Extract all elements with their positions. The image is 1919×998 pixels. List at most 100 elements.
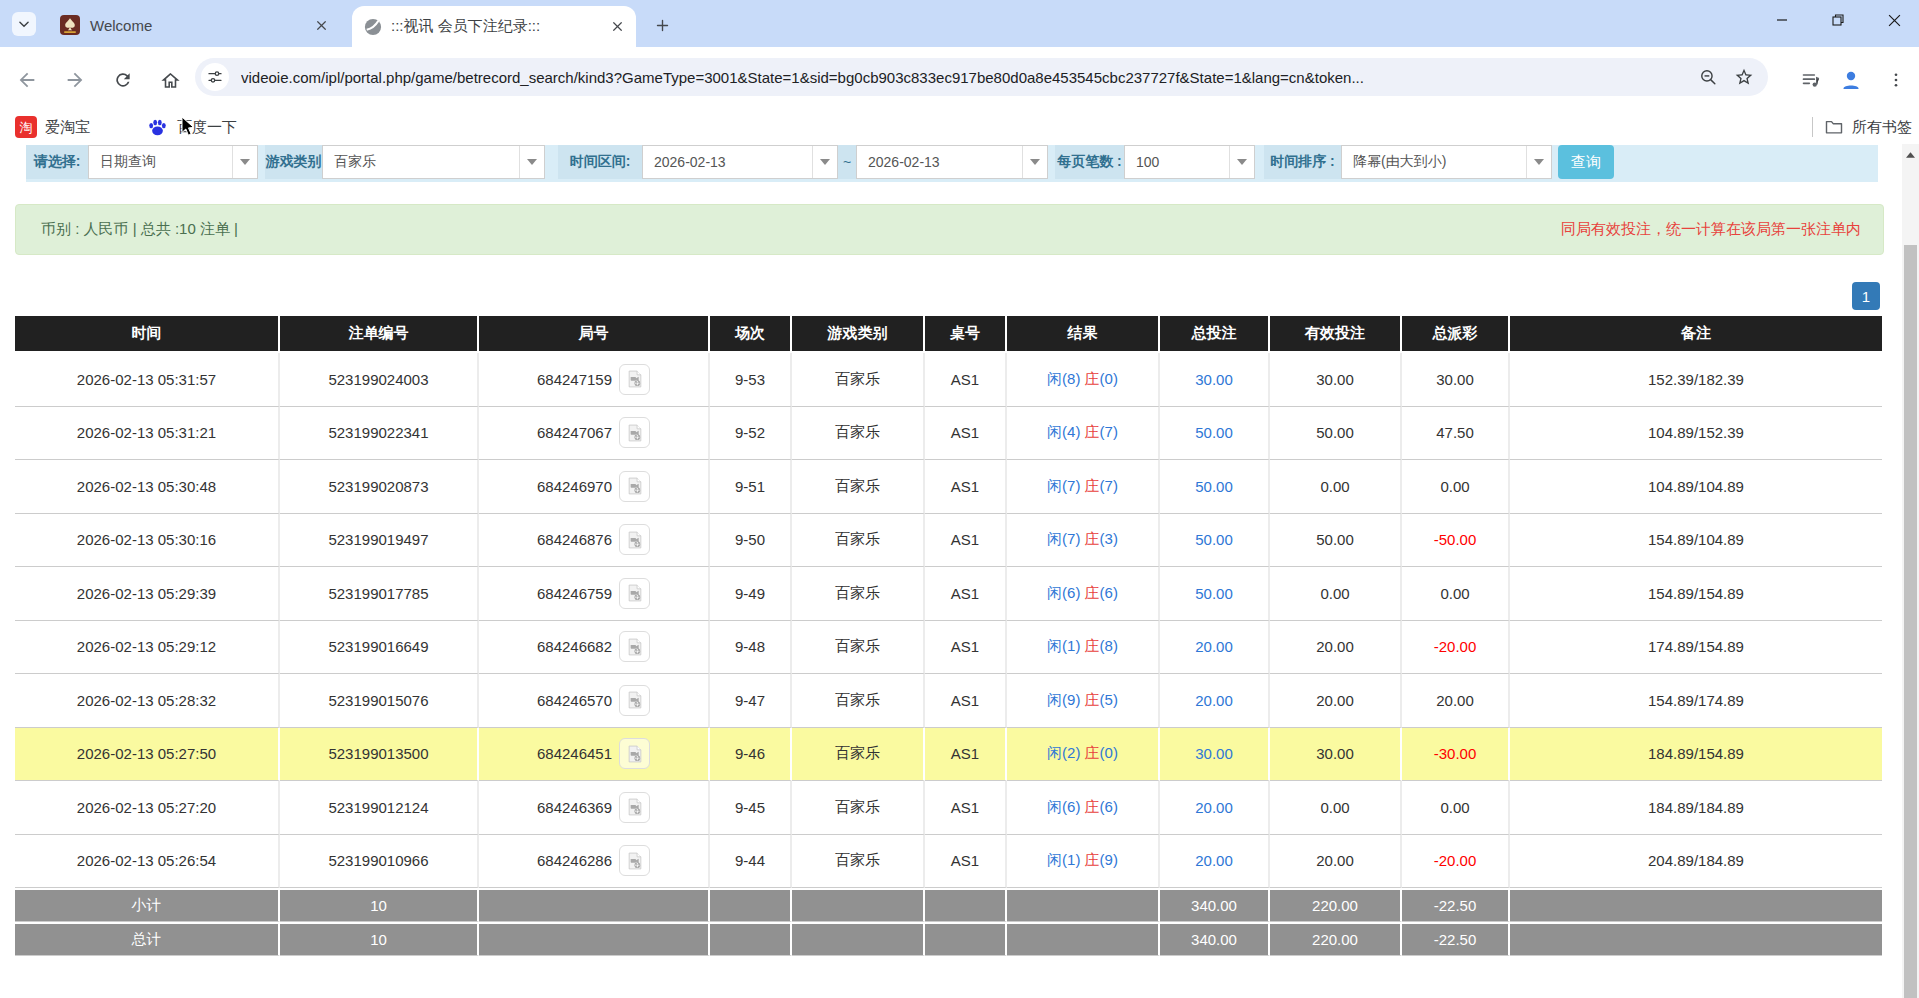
back-button[interactable] xyxy=(10,63,44,97)
cell-total-bet[interactable]: 20.00 xyxy=(1160,781,1270,835)
cell-remark: 104.89/152.39 xyxy=(1510,407,1882,461)
date-from-select[interactable]: 2026-02-13 xyxy=(642,145,838,179)
minimize-icon xyxy=(1776,14,1788,26)
tab-strip: Welcome :::视讯 会员下注纪录::: xyxy=(0,0,1919,47)
cell-valid-bet: 20.00 xyxy=(1270,674,1402,728)
cell-remark: 104.89/104.89 xyxy=(1510,460,1882,514)
zoom-out-button[interactable] xyxy=(1696,65,1720,89)
window-maximize-button[interactable] xyxy=(1810,0,1866,40)
cell-time: 2026-02-13 05:31:57 xyxy=(15,353,280,407)
cell-total-bet[interactable]: 30.00 xyxy=(1160,353,1270,407)
cell-valid-bet: 30.00 xyxy=(1270,728,1402,782)
profile-avatar[interactable] xyxy=(1834,63,1868,97)
cell-total-bet[interactable]: 30.00 xyxy=(1160,728,1270,782)
cell-table-no: AS1 xyxy=(925,781,1007,835)
summary-bar: 币别 : 人民币 | 总共 :10 注单 | 同局有效投注，统一计算在该局第一张… xyxy=(15,204,1884,255)
site-settings-button[interactable] xyxy=(201,63,229,91)
cell-result: 闲(6) 庄(6) xyxy=(1007,781,1160,835)
reload-button[interactable] xyxy=(106,63,140,97)
scrollbar-thumb[interactable] xyxy=(1904,245,1917,998)
video-replay-button[interactable] xyxy=(619,524,650,555)
video-replay-button[interactable] xyxy=(619,578,650,609)
media-controls-button[interactable] xyxy=(1794,63,1828,97)
window-minimize-button[interactable] xyxy=(1754,0,1810,40)
cell-total-bet[interactable]: 50.00 xyxy=(1160,567,1270,621)
tab-close-icon[interactable] xyxy=(312,16,330,34)
cell-total-bet[interactable]: 50.00 xyxy=(1160,460,1270,514)
cell-bet-id: 523199022341 xyxy=(280,407,479,461)
column-header: 备注 xyxy=(1510,316,1882,353)
query-type-select[interactable]: 日期查询 xyxy=(88,145,258,179)
vertical-scrollbar[interactable] xyxy=(1902,144,1919,998)
video-replay-button[interactable] xyxy=(619,792,650,823)
cell-round: 684246451 xyxy=(479,728,710,782)
cell-result: 闲(7) 庄(3) xyxy=(1007,514,1160,568)
video-replay-button[interactable] xyxy=(619,631,650,662)
cell-payout: -50.00 xyxy=(1402,514,1510,568)
total-row: 总计10340.00220.00-22.50 xyxy=(15,922,1882,956)
video-file-icon xyxy=(625,797,645,817)
cell-payout: -20.00 xyxy=(1402,621,1510,675)
cell-total-bet[interactable]: 50.00 xyxy=(1160,407,1270,461)
cell-game: 百家乐 xyxy=(792,460,925,514)
baidu-paw-icon xyxy=(146,116,169,139)
column-header: 游戏类别 xyxy=(792,316,925,353)
dropdown-arrow-icon xyxy=(812,146,837,178)
cell-valid-bet: 20.00 xyxy=(1270,621,1402,675)
tab-close-icon[interactable] xyxy=(608,18,626,36)
search-button[interactable]: 查询 xyxy=(1558,145,1614,179)
subtotal-label: 小计 xyxy=(15,888,280,922)
scrollbar-up-arrow[interactable] xyxy=(1902,147,1919,163)
globe-favicon-icon xyxy=(364,18,382,36)
cell-total-bet[interactable]: 20.00 xyxy=(1160,674,1270,728)
video-replay-button[interactable] xyxy=(619,845,650,876)
table-row: 2026-02-13 05:30:16523199019497684246876… xyxy=(15,514,1882,568)
cell-time: 2026-02-13 05:27:50 xyxy=(15,728,280,782)
sort-order-select[interactable]: 降幂(由大到小) xyxy=(1341,145,1552,179)
filter-range-label: 时间区间: xyxy=(558,145,642,179)
video-replay-button[interactable] xyxy=(619,471,650,502)
folder-icon xyxy=(1824,117,1844,137)
cell-table-no: AS1 xyxy=(925,621,1007,675)
cell-total-bet[interactable]: 20.00 xyxy=(1160,835,1270,889)
home-button[interactable] xyxy=(153,63,187,97)
cell-session: 9-50 xyxy=(710,514,792,568)
browser-menu-button[interactable] xyxy=(1879,63,1913,97)
url-text[interactable]: videoie.com/ipl/portal.php/game/betrecor… xyxy=(241,69,1696,86)
video-replay-button[interactable] xyxy=(619,738,650,769)
table-row: 2026-02-13 05:30:48523199020873684246970… xyxy=(15,460,1882,514)
avatar-icon xyxy=(1839,68,1863,92)
tab-welcome[interactable]: Welcome xyxy=(44,8,340,42)
video-replay-button[interactable] xyxy=(619,364,650,395)
tab-bet-records[interactable]: :::视讯 会员下注纪录::: xyxy=(352,6,636,47)
window-close-button[interactable] xyxy=(1866,0,1919,40)
bookmark-star-button[interactable] xyxy=(1732,65,1756,89)
tab-search-button[interactable] xyxy=(12,12,36,36)
video-replay-button[interactable] xyxy=(619,417,650,448)
cell-valid-bet: 0.00 xyxy=(1270,781,1402,835)
cell-session: 9-44 xyxy=(710,835,792,889)
page-size-select[interactable]: 100 xyxy=(1124,145,1255,179)
tune-icon xyxy=(207,69,223,85)
round-id: 684246876 xyxy=(537,531,612,548)
cell-session: 9-52 xyxy=(710,407,792,461)
cell-bet-id: 523199015076 xyxy=(280,674,479,728)
summary-right-note: 同局有效投注，统一计算在该局第一张注单内 xyxy=(1561,220,1861,239)
back-icon xyxy=(16,69,38,91)
all-bookmarks-button[interactable]: 所有书签 xyxy=(1824,114,1912,140)
cell-bet-id: 523199010966 xyxy=(280,835,479,889)
cell-total-bet[interactable]: 20.00 xyxy=(1160,621,1270,675)
bookmark-taobao[interactable]: 淘 爱淘宝 xyxy=(15,114,90,140)
forward-button[interactable] xyxy=(58,63,92,97)
cell-total-bet[interactable]: 50.00 xyxy=(1160,514,1270,568)
cell-round: 684246876 xyxy=(479,514,710,568)
date-to-select[interactable]: 2026-02-13 xyxy=(856,145,1048,179)
round-id: 684246570 xyxy=(537,692,612,709)
cell-bet-id: 523199016649 xyxy=(280,621,479,675)
page-number-button[interactable]: 1 xyxy=(1852,282,1880,310)
video-file-icon xyxy=(625,744,645,764)
url-bar[interactable]: videoie.com/ipl/portal.php/game/betrecor… xyxy=(195,58,1768,96)
game-type-select[interactable]: 百家乐 xyxy=(322,145,545,179)
new-tab-button[interactable] xyxy=(650,13,674,37)
video-replay-button[interactable] xyxy=(619,685,650,716)
